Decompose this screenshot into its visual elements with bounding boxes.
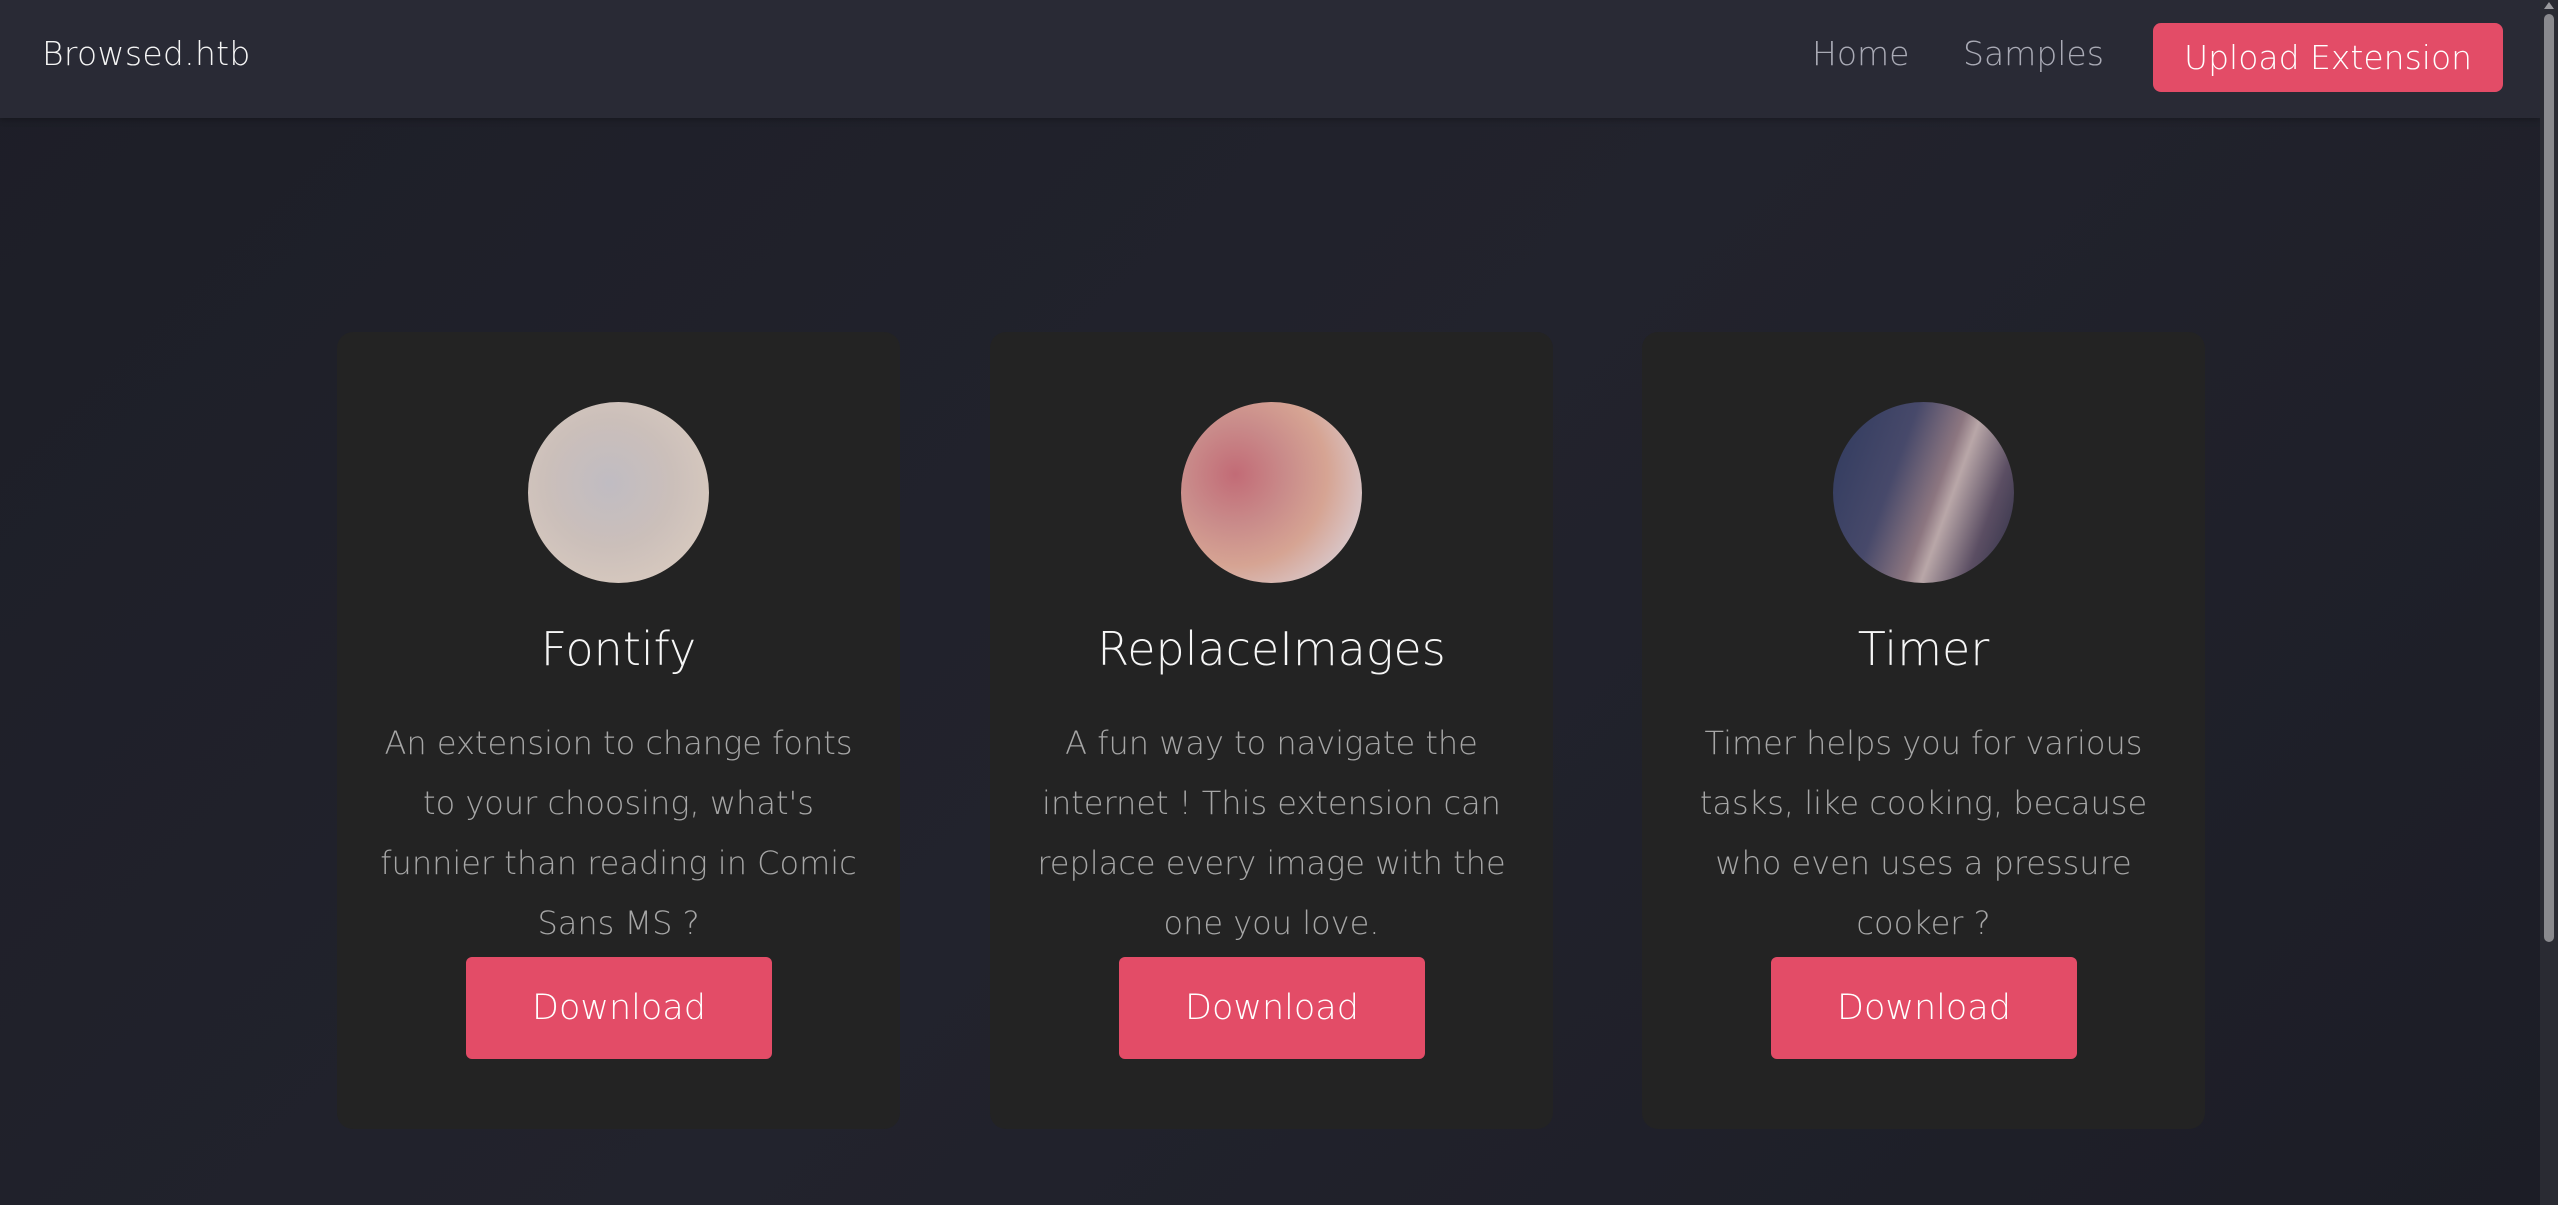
extension-image	[1833, 402, 2014, 583]
card-description: Timer helps you for various tasks, like …	[1699, 724, 2148, 942]
page: Browsed.htb Home Samples Upload Extensio…	[0, 0, 2558, 1205]
extension-card-timer: Timer Timer helps you for various tasks,…	[1642, 332, 2205, 1129]
brand-logo[interactable]: Browsed.htb	[42, 34, 251, 73]
extension-card-fontify: Fontify An extension to change fonts to …	[337, 332, 900, 1129]
download-button[interactable]: Download	[1771, 957, 2077, 1059]
extension-card-replaceimages: ReplaceImages A fun way to navigate the …	[990, 332, 1553, 1129]
card-description: An extension to change fonts to your cho…	[380, 724, 857, 942]
card-description: A fun way to navigate the internet ! Thi…	[1037, 724, 1506, 942]
vertical-scrollbar[interactable]	[2540, 0, 2558, 1205]
upload-extension-button[interactable]: Upload Extension	[2153, 23, 2503, 92]
nav-link-samples[interactable]: Samples	[1963, 34, 2104, 73]
download-button[interactable]: Download	[1119, 957, 1425, 1059]
download-button[interactable]: Download	[466, 957, 772, 1059]
card-title: ReplaceImages	[1097, 622, 1446, 676]
card-title: Timer	[1857, 622, 1990, 676]
nav-link-home[interactable]: Home	[1812, 34, 1909, 73]
scrollbar-thumb[interactable]	[2544, 14, 2554, 942]
top-navbar: Browsed.htb Home Samples Upload Extensio…	[0, 0, 2540, 118]
extension-image	[528, 402, 709, 583]
scroll-up-arrow-icon[interactable]	[2544, 2, 2554, 9]
card-title: Fontify	[540, 622, 697, 676]
extension-image	[1181, 402, 1362, 583]
